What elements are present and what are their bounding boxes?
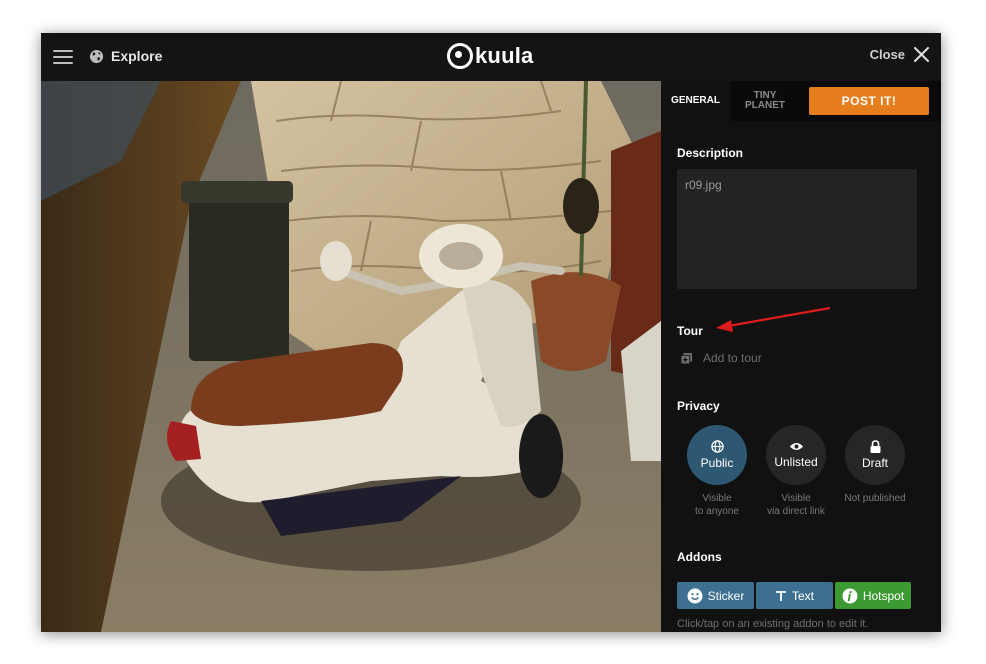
top-bar: Explore kuula Close — [41, 33, 941, 81]
panel-tabs: GENERAL TINY PLANET POST IT! — [661, 81, 941, 121]
tour-label: Tour — [677, 324, 703, 338]
privacy-draft-sub: Not published — [844, 493, 906, 504]
description-label: Description — [677, 146, 744, 160]
close-icon — [914, 47, 929, 62]
close-button[interactable]: Close — [870, 47, 929, 62]
sticker-addon-button[interactable]: Sticker — [677, 582, 754, 609]
addons-hint: Click/tap on an existing addon to edit i… — [677, 618, 869, 630]
globe-icon — [89, 49, 104, 63]
add-to-tour-button[interactable]: Add to tour — [681, 351, 762, 365]
privacy-unlisted-label: Unlisted — [774, 455, 818, 469]
addons-label: Addons — [677, 550, 722, 564]
privacy-draft-label: Draft — [861, 456, 888, 470]
hamburger-icon[interactable] — [53, 50, 73, 64]
kuula-logo: kuula — [447, 43, 533, 69]
panorama-photo[interactable] — [41, 81, 661, 632]
eye-icon — [789, 442, 803, 451]
tab-general[interactable]: GENERAL — [661, 81, 730, 121]
privacy-public-option[interactable]: Public — [687, 425, 747, 485]
privacy-label: Privacy — [677, 399, 720, 413]
privacy-public-sub: Visible to anyone — [695, 493, 739, 517]
tab-tiny-planet[interactable]: TINY PLANET — [730, 81, 800, 121]
text-icon — [775, 590, 786, 601]
explore-link[interactable]: Explore — [89, 48, 162, 64]
info-icon — [842, 588, 858, 603]
add-stack-icon — [681, 352, 692, 364]
privacy-public-label: Public — [700, 456, 734, 470]
hotspot-addon-button[interactable]: Hotspot — [835, 582, 911, 609]
edit-photo-dialog: Explore kuula Close GENERAL TINY PLANET … — [41, 33, 941, 632]
description-textarea[interactable]: r09.jpg — [677, 169, 917, 289]
add-to-tour-label: Add to tour — [703, 351, 762, 365]
text-addon-button[interactable]: Text — [756, 582, 833, 609]
privacy-unlisted-sub: Visible via direct link — [767, 493, 825, 517]
lock-icon — [870, 440, 880, 453]
privacy-draft-option[interactable]: Draft — [845, 425, 905, 485]
settings-panel: GENERAL TINY PLANET POST IT! Description… — [661, 81, 941, 632]
logo-ring-icon — [447, 43, 473, 69]
hotspot-label: Hotspot — [862, 588, 905, 603]
smiley-icon — [687, 588, 703, 603]
globe-icon — [710, 440, 724, 453]
privacy-unlisted-option[interactable]: Unlisted — [766, 425, 826, 485]
close-label: Close — [869, 47, 905, 62]
text-label: Text — [791, 588, 814, 603]
sticker-label: Sticker — [707, 588, 745, 603]
scooter-photo-image — [41, 81, 661, 632]
post-it-button[interactable]: POST IT! — [809, 87, 929, 115]
explore-label: Explore — [111, 48, 163, 64]
logo-text: kuula — [475, 43, 534, 68]
